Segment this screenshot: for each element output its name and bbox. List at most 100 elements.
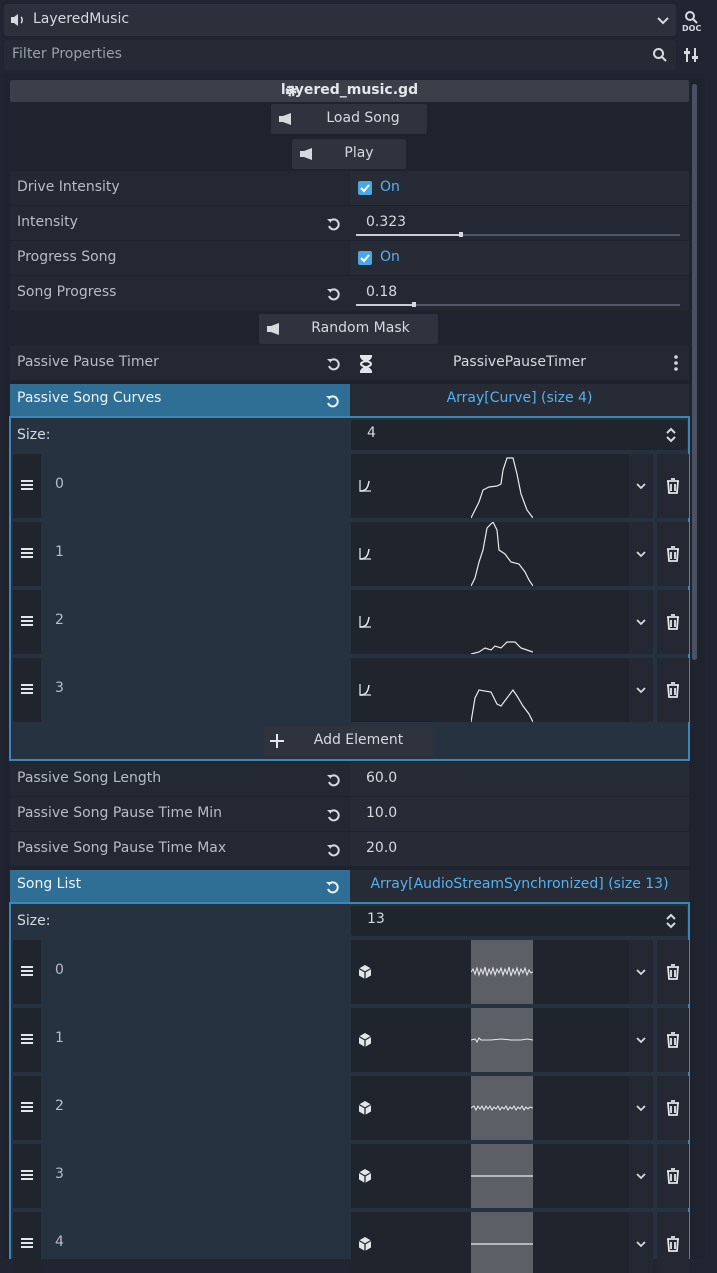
delete-button[interactable] — [657, 940, 689, 1004]
passive-song-pause-time-max-field[interactable]: 20.0 — [350, 832, 689, 866]
spinner-arrows-icon[interactable] — [665, 913, 677, 929]
item-index: 2 — [55, 612, 64, 628]
curve-resource-slot[interactable] — [351, 454, 629, 518]
resource-dropdown[interactable] — [629, 590, 653, 654]
progress-song-checkbox[interactable]: On — [350, 241, 689, 275]
drag-handle-icon — [21, 616, 33, 626]
search-icon — [653, 48, 667, 62]
resource-dropdown[interactable] — [629, 1212, 653, 1273]
revert-icon[interactable] — [326, 356, 342, 372]
resource-dropdown[interactable] — [629, 1144, 653, 1208]
delete-button[interactable] — [657, 454, 689, 518]
passive-song-pause-time-max-value: 20.0 — [366, 840, 398, 856]
drag-handle[interactable] — [13, 1008, 41, 1072]
delete-button[interactable] — [657, 590, 689, 654]
audio-resource-slot[interactable] — [351, 1212, 629, 1273]
revert-icon[interactable] — [326, 842, 342, 858]
scrollbar-thumb[interactable] — [692, 84, 697, 660]
curve-resource-slot[interactable] — [351, 522, 629, 586]
drag-handle[interactable] — [13, 590, 41, 654]
song-progress-slider-grabber[interactable] — [412, 302, 416, 307]
passive-pause-timer-picker[interactable]: PassivePauseTimer — [350, 346, 689, 380]
revert-icon[interactable] — [326, 286, 342, 302]
passive-song-curves-size-spinbox[interactable]: 4 — [351, 420, 687, 450]
audio-resource-slot[interactable] — [351, 1144, 629, 1208]
script-header[interactable]: layered_music.gd — [10, 80, 689, 102]
curve-resource-slot[interactable] — [351, 590, 629, 654]
resource-dropdown[interactable] — [629, 1076, 653, 1140]
doc-icon[interactable]: DOC — [681, 8, 705, 32]
drag-handle-icon — [21, 480, 33, 490]
revert-icon[interactable] — [325, 879, 341, 895]
curve-preview — [471, 457, 533, 518]
list-item: 3 — [13, 1144, 689, 1208]
filter-placeholder: Filter Properties — [12, 46, 122, 62]
random-mask-button[interactable]: Random Mask — [259, 314, 438, 344]
passive-song-pause-time-min-field[interactable]: 10.0 — [350, 797, 689, 831]
chevron-down-icon — [636, 1105, 646, 1112]
drag-handle[interactable] — [13, 1144, 41, 1208]
resource-dropdown[interactable] — [629, 658, 653, 722]
song-progress-value: 0.18 — [366, 284, 398, 300]
drag-handle[interactable] — [13, 1212, 41, 1273]
intensity-slider[interactable]: 0.323 — [350, 206, 689, 240]
filter-properties-input[interactable]: Filter Properties — [4, 40, 676, 70]
resource-dropdown[interactable] — [629, 522, 653, 586]
trash-icon — [667, 614, 679, 630]
song-progress-slider[interactable]: 0.18 — [350, 276, 689, 310]
drag-handle[interactable] — [13, 940, 41, 1004]
curve-resource-slot[interactable] — [351, 658, 629, 722]
list-item: 0 — [13, 940, 689, 1004]
add-element-button[interactable]: Add Element — [264, 726, 433, 756]
spinner-arrows-icon[interactable] — [665, 427, 677, 443]
intensity-slider-fill — [356, 234, 461, 236]
cube-icon — [358, 1169, 372, 1183]
resource-dropdown[interactable] — [629, 454, 653, 518]
revert-icon[interactable] — [326, 772, 342, 788]
delete-button[interactable] — [657, 1076, 689, 1140]
load-song-button[interactable]: Load Song — [271, 104, 427, 134]
play-button[interactable]: Play — [292, 139, 406, 169]
drag-handle[interactable] — [13, 454, 41, 518]
add-element-label: Add Element — [313, 732, 404, 748]
audio-resource-slot[interactable] — [351, 940, 629, 1004]
item-index: 1 — [55, 544, 64, 560]
song-list-summary[interactable]: Array[AudioStreamSynchronized] (size 13) — [350, 870, 689, 903]
passive-song-curves-summary[interactable]: Array[Curve] (size 4) — [350, 384, 689, 417]
revert-icon[interactable] — [326, 216, 342, 232]
song-list-header[interactable]: Song List — [10, 870, 350, 903]
waveform-preview — [471, 1212, 533, 1273]
delete-button[interactable] — [657, 658, 689, 722]
audio-resource-slot[interactable] — [351, 1076, 629, 1140]
drag-handle[interactable] — [13, 658, 41, 722]
size-value: 13 — [367, 911, 385, 927]
delete-button[interactable] — [657, 1144, 689, 1208]
drag-handle[interactable] — [13, 522, 41, 586]
drag-handle[interactable] — [13, 1076, 41, 1140]
passive-song-length-field[interactable]: 60.0 — [350, 762, 689, 796]
intensity-label: Intensity — [17, 214, 78, 230]
drive-intensity-checkbox[interactable]: On — [350, 171, 689, 205]
delete-button[interactable] — [657, 1008, 689, 1072]
cube-icon — [358, 965, 372, 979]
song-list-size-spinbox[interactable]: 13 — [351, 906, 687, 936]
passive-song-curves-header[interactable]: Passive Song Curves — [10, 384, 350, 417]
curve-icon — [359, 684, 371, 696]
audio-resource-slot[interactable] — [351, 1008, 629, 1072]
delete-button[interactable] — [657, 1212, 689, 1273]
revert-icon[interactable] — [326, 807, 342, 823]
tools-icon[interactable] — [683, 46, 701, 64]
item-index: 0 — [55, 962, 64, 978]
progress-song-row: Progress Song On — [10, 241, 689, 275]
chevron-down-icon — [636, 619, 646, 626]
revert-icon[interactable] — [325, 393, 341, 409]
play-label: Play — [344, 145, 374, 161]
resource-dropdown[interactable] — [629, 1008, 653, 1072]
passive-song-pause-time-max-label: Passive Song Pause Time Max — [17, 840, 227, 856]
intensity-slider-grabber[interactable] — [459, 232, 463, 237]
node-name: LayeredMusic — [33, 11, 130, 27]
node-selector[interactable]: LayeredMusic — [4, 4, 676, 36]
more-options-icon[interactable] — [673, 355, 679, 371]
delete-button[interactable] — [657, 522, 689, 586]
resource-dropdown[interactable] — [629, 940, 653, 1004]
